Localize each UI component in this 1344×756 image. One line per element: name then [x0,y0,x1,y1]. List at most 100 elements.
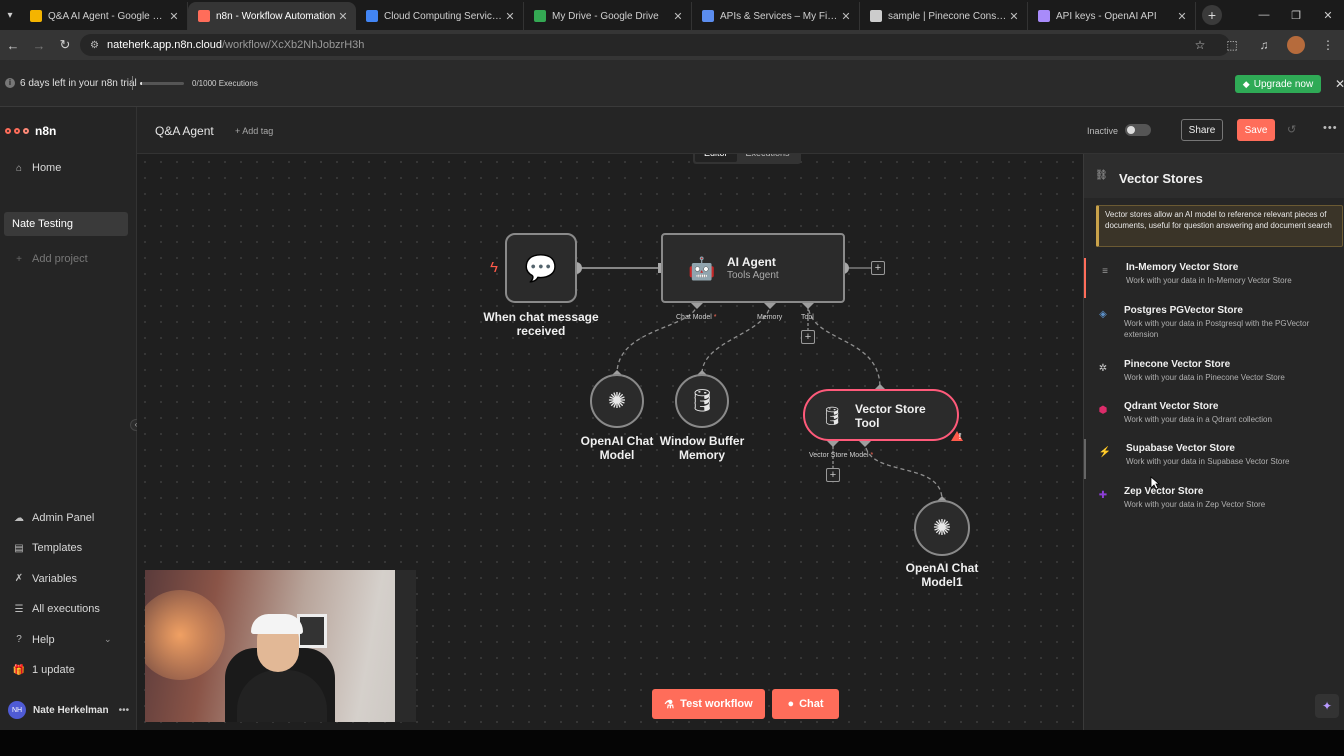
ai-agent-node[interactable]: 🤖 AI Agent Tools Agent [661,233,845,303]
tab-close-icon[interactable]: ✕ [1175,10,1189,23]
browser-tab[interactable]: n8n - Workflow Automation ✕ [188,2,356,30]
sidebar-item-variables[interactable]: ✗ Variables [12,573,77,585]
bookmark-star-icon[interactable]: ☆ [1184,38,1216,52]
sidebar-item-label: Admin Panel [32,512,95,524]
workflow-menu-icon[interactable]: ••• [1323,122,1338,134]
profile-avatar[interactable] [1287,36,1305,54]
openai-chat-model1-node[interactable]: ✺ [914,500,970,556]
chat-bubbles-icon: 💬 [524,252,558,283]
browser-tab[interactable]: sample | Pinecone Console ✕ [860,2,1028,30]
sidebar-item-label: Variables [32,572,78,585]
new-tab-icon[interactable]: + [1202,5,1222,25]
warning-icon[interactable]: ! [954,430,966,442]
browser-menu-icon[interactable]: ⋮ [1312,38,1344,52]
minimize-icon[interactable]: — [1248,0,1280,30]
openai-chat-model-node[interactable]: ✺ [590,374,644,428]
history-icon[interactable]: ↺ [1287,123,1296,136]
chevron-down-icon[interactable]: ⌄ [104,634,112,645]
vector-store-logo-icon: ✚ [1098,489,1108,501]
sidebar-item-templates[interactable]: ▤ Templates [12,542,82,554]
reload-icon[interactable]: ↻ [52,30,78,60]
chat-label: Chat [799,698,824,710]
window-close-icon[interactable]: ✕ [1312,0,1344,30]
save-button[interactable]: Save [1237,119,1275,141]
banner-close-icon[interactable]: ✕ [1335,77,1344,91]
add-project-button[interactable]: + Add project [12,253,88,265]
n8n-logo[interactable]: n8n [5,124,56,138]
browser-tab[interactable]: APIs & Services – My First Proje✕ [692,2,860,30]
add-tool-icon[interactable]: + [801,330,815,344]
browser-tab[interactable]: My Drive - Google Drive ✕ [524,2,692,30]
vector-store-name: Qdrant Vector Store [1124,401,1219,412]
user-menu[interactable]: NH Nate Herkelman ••• [8,701,129,719]
vector-store-item[interactable]: ✚ Zep Vector Store Work with your data in … [1084,482,1344,522]
tab-close-icon[interactable]: ✕ [167,10,181,23]
add-vector-store-icon[interactable]: + [826,468,840,482]
tab-favicon-icon [366,10,378,22]
vector-store-description: Work with your data in a Qdrant collecti… [1124,415,1272,424]
vector-store-item[interactable]: ◈ Postgres PGVector Store Work with your d… [1084,301,1344,341]
chat-button[interactable]: ● Chat [772,689,839,719]
cloud-icon: ☁ [14,512,24,524]
restore-icon[interactable]: ❐ [1280,0,1312,30]
vector-store-description: Work with your data in In-Memory Vector … [1126,276,1292,285]
browser-actions: ☆ ⬚ ♫ ⋮ [1184,30,1344,60]
sidebar-item-admin-panel[interactable]: ☁ Admin Panel [12,512,94,524]
vector-store-item[interactable]: ⬢ Qdrant Vector Store Work with your data … [1084,397,1344,437]
tab-editor[interactable]: Editor [695,154,737,162]
node-creator-panel: ⛓ Vector Stores Vector stores allow an A… [1083,154,1344,730]
executions-progress [140,82,184,85]
site-info-icon[interactable]: ⚙ [90,40,99,51]
upgrade-button[interactable]: ◆ Upgrade now [1235,75,1321,93]
home-icon: ⌂ [15,162,23,174]
sidebar-item-help[interactable]: ? Help ⌄ [12,634,111,646]
media-control-icon[interactable]: ♫ [1248,38,1280,52]
vector-store-item[interactable]: ✲ Pinecone Vector Store Work with your dat… [1084,355,1344,395]
vector-store-tool-node[interactable]: 🛢 Vector Store Tool [803,389,959,441]
forward-icon[interactable]: → [26,30,52,60]
browser-tab[interactable]: API keys - OpenAI API ✕ [1028,2,1196,30]
share-button[interactable]: Share [1181,119,1223,141]
executions-count: 0/1000 Executions [192,79,258,88]
active-status-label: Inactive [1087,126,1119,136]
tab-close-icon[interactable]: ✕ [336,10,350,23]
test-workflow-button[interactable]: ⚗ Test workflow [652,689,765,719]
chat-trigger-node[interactable]: 💬 [505,233,577,303]
brand-name: n8n [35,124,57,138]
sidebar-project-nate-testing[interactable]: Nate Testing [4,212,128,236]
window-buffer-memory-node[interactable]: 🛢 [675,374,729,428]
add-node-after-agent-icon[interactable]: + [871,261,885,275]
tab-executions[interactable]: Executions [737,154,799,162]
robot-icon: 🤖 [688,256,716,281]
vector-store-item[interactable]: ⚡ Supabase Vector Store Work with your dat… [1084,439,1344,479]
browser-tab[interactable]: Cloud Computing Services | Go✕ [356,2,524,30]
add-tag-link[interactable]: + Add tag [235,126,273,136]
browser-tab[interactable]: Q&A AI Agent - Google Slides ✕ [20,2,188,30]
tab-close-icon[interactable]: ✕ [1007,10,1021,23]
ai-assistant-icon[interactable]: ✦ [1315,694,1339,718]
more-icon[interactable]: ••• [119,705,130,716]
active-toggle[interactable] [1125,124,1151,136]
tab-close-icon[interactable]: ✕ [839,10,853,23]
vector-store-item[interactable]: ≡ In-Memory Vector Store Work with your da… [1084,258,1344,298]
chat-trigger-title: When chat message received [483,310,599,338]
address-bar[interactable]: ⚙ nateherk.app.n8n.cloud/workflow/XcXb2N… [80,34,1230,56]
vector-store-name: In-Memory Vector Store [1126,262,1239,273]
back-icon[interactable]: ← [0,30,26,60]
tab-search-icon[interactable]: ▾ [0,0,20,30]
workflow-name[interactable]: Q&A Agent [155,124,214,138]
sidebar-item-1-update[interactable]: 🎁 1 update [12,664,75,676]
flask-icon: ⚗ [664,698,675,711]
tab-close-icon[interactable]: ✕ [671,10,685,23]
list-icon: ☰ [14,603,24,615]
sidebar-item-home[interactable]: ⌂ Home [12,162,61,174]
sidebar-item-label: Templates [32,542,83,555]
chat-icon: ● [787,698,795,710]
sidebar-item-all-executions[interactable]: ☰ All executions [12,603,100,615]
vector-store-logo-icon: ✲ [1098,362,1108,374]
vector-store-model-port-label: Vector Store Model * [809,452,874,459]
tab-close-icon[interactable]: ✕ [503,10,517,23]
extensions-icon[interactable]: ⬚ [1216,38,1248,52]
add-project-label: Add project [32,253,88,265]
openai-icon: ✺ [932,515,952,540]
